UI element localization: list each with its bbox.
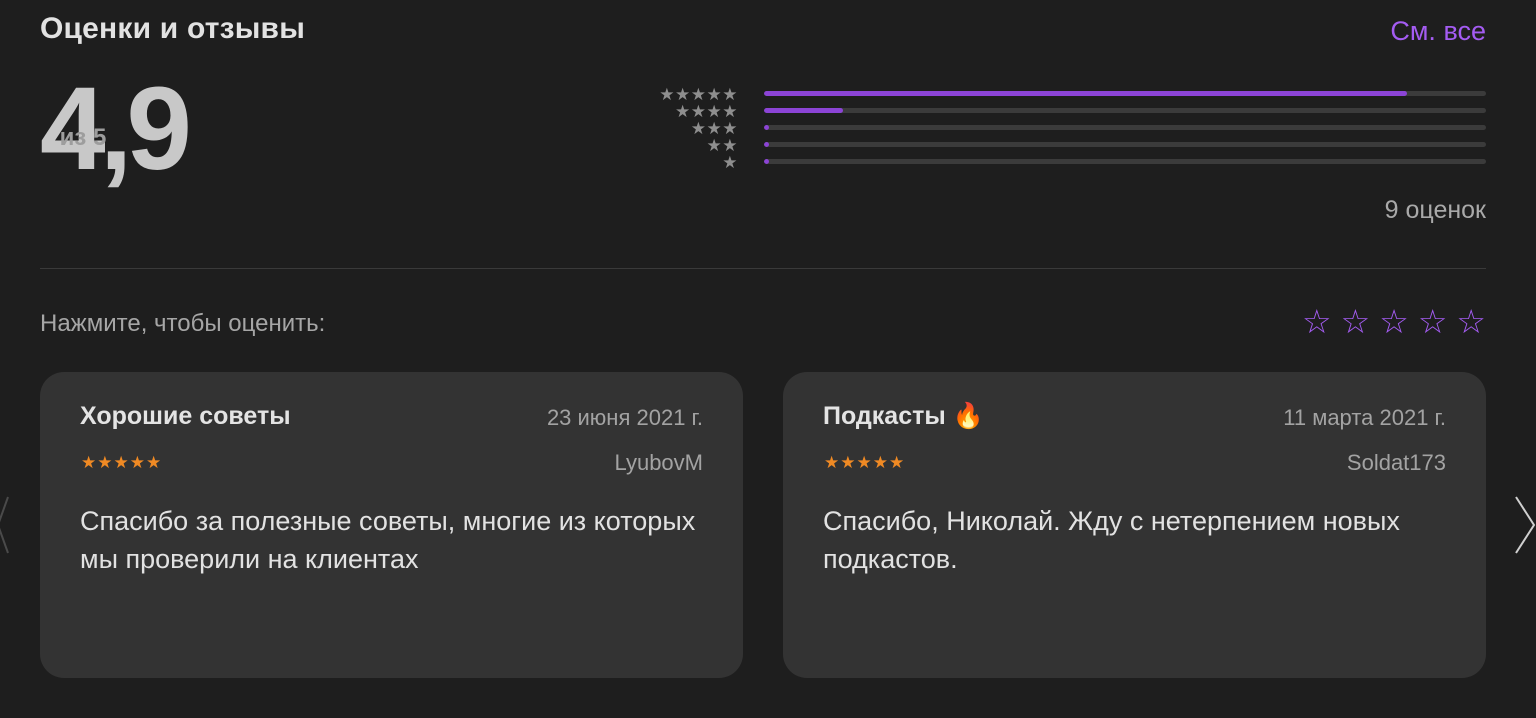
histogram-stars-label: ★: [722, 153, 738, 172]
histogram-fill: [764, 108, 844, 113]
histogram-stars-label: ★★: [706, 136, 738, 155]
histogram-stars-label: ★★★★: [675, 102, 738, 121]
rate-star-2-icon[interactable]: ☆: [1341, 303, 1371, 341]
chevron-left-icon[interactable]: [0, 495, 12, 555]
review-text: Спасибо за полезные советы, многие из ко…: [80, 506, 696, 574]
histogram-row: ★★★★: [640, 103, 1486, 120]
review-date: 11 марта 2021 г.: [1283, 405, 1446, 430]
section-divider: [40, 268, 1486, 269]
histogram-fill: [764, 125, 769, 130]
review-title: Хорошие советы: [80, 402, 291, 430]
histogram-row: ★★★★★: [640, 86, 1486, 103]
histogram-row: ★★★: [640, 120, 1486, 137]
rating-out-of: из 5: [40, 124, 220, 152]
histogram-stars-label: ★★★: [690, 119, 738, 138]
rate-star-5-icon[interactable]: ☆: [1456, 303, 1486, 341]
review-title: Подкасты 🔥: [823, 402, 984, 430]
histogram-stars-label: ★★★★★: [659, 85, 738, 104]
review-stars: ★★★★★: [81, 453, 163, 472]
histogram-fill: [764, 142, 769, 147]
histogram-track: [764, 142, 1486, 147]
histogram-track: [764, 125, 1486, 130]
histogram-row: ★: [640, 154, 1486, 171]
review-stars: ★★★★★: [824, 453, 906, 472]
histogram-row: ★★: [640, 137, 1486, 154]
rate-star-4-icon[interactable]: ☆: [1418, 303, 1448, 341]
see-all-link[interactable]: См. все: [1390, 16, 1486, 47]
chevron-right-icon[interactable]: [1512, 495, 1536, 555]
review-date: 23 июня 2021 г.: [546, 405, 703, 430]
review-card[interactable]: Хорошие советы 23 июня 2021 г. ★★★★★ Lyu…: [40, 372, 743, 678]
rating-out-of-label: из 5: [59, 124, 107, 151]
rate-star-1-icon[interactable]: ☆: [1302, 303, 1332, 341]
tap-to-rate-label: Нажмите, чтобы оценить:: [40, 310, 326, 337]
section-header: Оценки и отзывы См. все: [40, 10, 1486, 54]
review-text: Спасибо, Николай. Жду с нетерпением новы…: [823, 506, 1400, 574]
section-title: Оценки и отзывы: [40, 12, 306, 45]
ratings-reviews-section: Оценки и отзывы См. все 4,9 из 5 ★★★★★ ★…: [0, 0, 1536, 718]
histogram-fill: [764, 159, 769, 164]
histogram-track: [764, 91, 1486, 96]
review-author: LyubovM: [614, 450, 703, 475]
histogram-track: [764, 159, 1486, 164]
histogram-fill: [764, 91, 1407, 96]
ratings-count: 9 оценок: [1384, 196, 1486, 224]
rating-histogram: ★★★★★ ★★★★ ★★★ ★★ ★: [640, 86, 1486, 186]
histogram-track: [764, 108, 1486, 113]
tap-to-rate-stars: ☆ ☆ ☆ ☆ ☆: [1302, 303, 1486, 341]
review-author: Soldat173: [1346, 450, 1446, 475]
rate-star-3-icon[interactable]: ☆: [1379, 303, 1409, 341]
review-card[interactable]: Подкасты 🔥 11 марта 2021 г. ★★★★★ Soldat…: [783, 372, 1486, 678]
